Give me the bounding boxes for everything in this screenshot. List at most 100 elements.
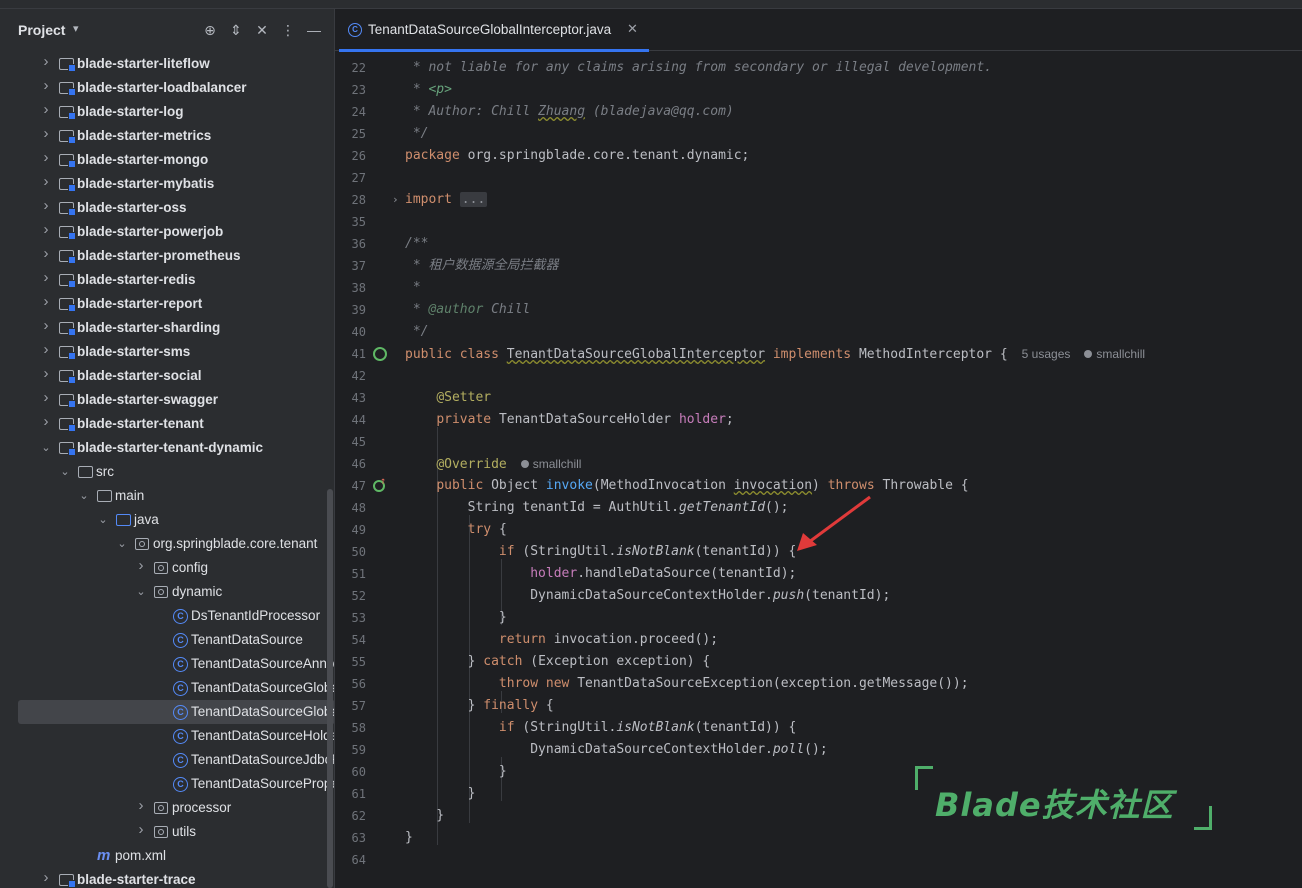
tree-item[interactable]: › blade-starter-sms bbox=[0, 340, 334, 364]
tree-item[interactable]: ⌄ blade-starter-tenant-dynamic bbox=[0, 436, 334, 460]
tree-item[interactable]: CTenantDataSourceProperties bbox=[0, 772, 334, 796]
code-line[interactable]: 37 * 租户数据源全局拦截器 bbox=[335, 255, 1302, 277]
tree-item[interactable]: › blade-starter-sharding bbox=[0, 316, 334, 340]
tree-item[interactable]: › utils bbox=[0, 820, 334, 844]
chevron-down-icon[interactable]: ⌄ bbox=[97, 514, 109, 526]
tree-item[interactable]: ⌄ org.springblade.core.tenant bbox=[0, 532, 334, 556]
chevron-right-icon[interactable]: › bbox=[40, 342, 52, 357]
tree-item[interactable]: › blade-starter-mongo bbox=[0, 148, 334, 172]
code-line[interactable]: 56 throw new TenantDataSourceException(e… bbox=[335, 673, 1302, 695]
tree-item[interactable]: m pom.xml bbox=[0, 844, 334, 868]
code-line[interactable]: 40 */ bbox=[335, 321, 1302, 343]
chevron-right-icon[interactable]: › bbox=[40, 366, 52, 381]
project-panel-title[interactable]: Project bbox=[18, 22, 65, 38]
chevron-right-icon[interactable]: › bbox=[40, 294, 52, 309]
chevron-right-icon[interactable]: › bbox=[40, 246, 52, 261]
tree-item[interactable]: › blade-starter-mybatis bbox=[0, 172, 334, 196]
tree-item[interactable]: CTenantDataSourceAnnotation bbox=[0, 652, 334, 676]
chevron-right-icon[interactable]: › bbox=[40, 390, 52, 405]
tree-item[interactable]: › blade-starter-metrics bbox=[0, 124, 334, 148]
usages-hint[interactable]: 5 usages bbox=[1022, 347, 1071, 361]
chevron-down-icon[interactable]: ⌄ bbox=[116, 538, 128, 550]
code-line[interactable]: 54 return invocation.proceed(); bbox=[335, 629, 1302, 651]
code-line[interactable]: 38 * bbox=[335, 277, 1302, 299]
code-line[interactable]: 45 bbox=[335, 431, 1302, 453]
chevron-right-icon[interactable]: › bbox=[40, 54, 52, 69]
chevron-right-icon[interactable]: › bbox=[40, 198, 52, 213]
tree-item[interactable]: › blade-starter-swagger bbox=[0, 388, 334, 412]
tree-item[interactable]: ⌄ java bbox=[0, 508, 334, 532]
code-line[interactable]: 27 bbox=[335, 167, 1302, 189]
close-icon[interactable]: ✕ bbox=[253, 21, 271, 39]
chevron-right-icon[interactable]: › bbox=[135, 822, 147, 837]
code-line[interactable]: 35 bbox=[335, 211, 1302, 233]
code-line[interactable]: 57 } finally { bbox=[335, 695, 1302, 717]
code-line[interactable]: 22 * not liable for any claims arising f… bbox=[335, 57, 1302, 79]
tree-item[interactable]: › config bbox=[0, 556, 334, 580]
code-line[interactable]: 43 @Setter bbox=[335, 387, 1302, 409]
chevron-right-icon[interactable]: › bbox=[40, 318, 52, 333]
tree-item[interactable]: › blade-starter-oss bbox=[0, 196, 334, 220]
code-line[interactable]: 41 public class TenantDataSourceGlobalInt… bbox=[335, 343, 1302, 365]
code-line[interactable]: 59 DynamicDataSourceContextHolder.poll()… bbox=[335, 739, 1302, 761]
code-line[interactable]: 55 } catch (Exception exception) { bbox=[335, 651, 1302, 673]
more-icon[interactable]: ⋮ bbox=[279, 21, 297, 39]
tab-close-icon[interactable]: ✕ bbox=[627, 21, 638, 37]
code-line[interactable]: 24 * Author: Chill Zhuang (bladejava@qq.… bbox=[335, 101, 1302, 123]
code-line[interactable]: 53 } bbox=[335, 607, 1302, 629]
code-line[interactable]: 26 package org.springblade.core.tenant.dy… bbox=[335, 145, 1302, 167]
tree-item[interactable]: ⌄ src bbox=[0, 460, 334, 484]
chevron-down-icon[interactable]: ⌄ bbox=[78, 490, 90, 502]
code-line[interactable]: 42 bbox=[335, 365, 1302, 387]
fold-expand-icon[interactable]: › bbox=[392, 189, 399, 211]
code-line[interactable]: 25 */ bbox=[335, 123, 1302, 145]
tree-item[interactable]: › blade-starter-prometheus bbox=[0, 244, 334, 268]
expand-collapse-icon[interactable]: ⇕ bbox=[227, 21, 245, 39]
chevron-down-icon[interactable]: ▾ bbox=[73, 22, 79, 35]
tree-item[interactable]: C DsTenantIdProcessor bbox=[0, 604, 334, 628]
chevron-right-icon[interactable]: › bbox=[135, 798, 147, 813]
project-scrollbar[interactable] bbox=[327, 489, 333, 888]
tree-item[interactable]: ⌄ dynamic bbox=[0, 580, 334, 604]
chevron-right-icon[interactable]: › bbox=[135, 558, 147, 573]
code-line[interactable]: 44 private TenantDataSourceHolder holder… bbox=[335, 409, 1302, 431]
code-area[interactable]: 22 * not liable for any claims arising f… bbox=[335, 53, 1302, 888]
locate-icon[interactable]: ⊕ bbox=[201, 21, 219, 39]
chevron-right-icon[interactable]: › bbox=[40, 870, 52, 885]
code-line[interactable]: 36 /** bbox=[335, 233, 1302, 255]
tree-item[interactable]: › processor bbox=[0, 796, 334, 820]
code-line[interactable]: 28 › import ... bbox=[335, 189, 1302, 211]
code-line[interactable]: 39 * @author Chill bbox=[335, 299, 1302, 321]
tree-item-selected[interactable]: CTenantDataSourceGlobalInterceptor bbox=[18, 700, 334, 724]
tree-item[interactable]: › blade-starter-loadbalancer bbox=[0, 76, 334, 100]
chevron-down-icon[interactable]: ⌄ bbox=[135, 586, 147, 598]
code-line[interactable]: 52 DynamicDataSourceContextHolder.push(t… bbox=[335, 585, 1302, 607]
tree-item[interactable]: › blade-starter-liteflow bbox=[0, 52, 334, 76]
code-line[interactable]: 58 if (StringUtil.isNotBlank(tenantId)) … bbox=[335, 717, 1302, 739]
chevron-down-icon[interactable]: ⌄ bbox=[40, 442, 52, 454]
chevron-right-icon[interactable]: › bbox=[40, 126, 52, 141]
tree-item[interactable]: › blade-starter-redis bbox=[0, 268, 334, 292]
tree-item[interactable]: › blade-starter-report bbox=[0, 292, 334, 316]
tree-item[interactable]: › blade-starter-social bbox=[0, 364, 334, 388]
tree-item[interactable]: › blade-starter-trace bbox=[0, 868, 334, 888]
tree-item[interactable]: CTenantDataSourceGlobalAdvisor bbox=[0, 676, 334, 700]
minimize-icon[interactable]: — bbox=[305, 21, 323, 39]
tree-item[interactable]: › blade-starter-log bbox=[0, 100, 334, 124]
chevron-down-icon[interactable]: ⌄ bbox=[59, 466, 71, 478]
author-hint[interactable]: smallchill bbox=[1084, 347, 1145, 361]
tree-item[interactable]: C TenantDataSourceHolder bbox=[0, 724, 334, 748]
code-line[interactable]: 64 bbox=[335, 849, 1302, 871]
tree-item[interactable]: › blade-starter-tenant bbox=[0, 412, 334, 436]
chevron-right-icon[interactable]: › bbox=[40, 414, 52, 429]
tree-item[interactable]: › blade-starter-powerjob bbox=[0, 220, 334, 244]
tree-item[interactable]: C TenantDataSource bbox=[0, 628, 334, 652]
editor-tab[interactable]: C TenantDataSourceGlobalInterceptor.java… bbox=[335, 9, 649, 52]
implemented-icon[interactable] bbox=[373, 347, 387, 361]
author-hint[interactable]: smallchill bbox=[520, 457, 581, 471]
tree-item[interactable]: CTenantDataSourceJdbcProvider bbox=[0, 748, 334, 772]
chevron-right-icon[interactable]: › bbox=[40, 222, 52, 237]
tree-item[interactable]: ⌄ main bbox=[0, 484, 334, 508]
chevron-right-icon[interactable]: › bbox=[40, 150, 52, 165]
chevron-right-icon[interactable]: › bbox=[40, 102, 52, 117]
